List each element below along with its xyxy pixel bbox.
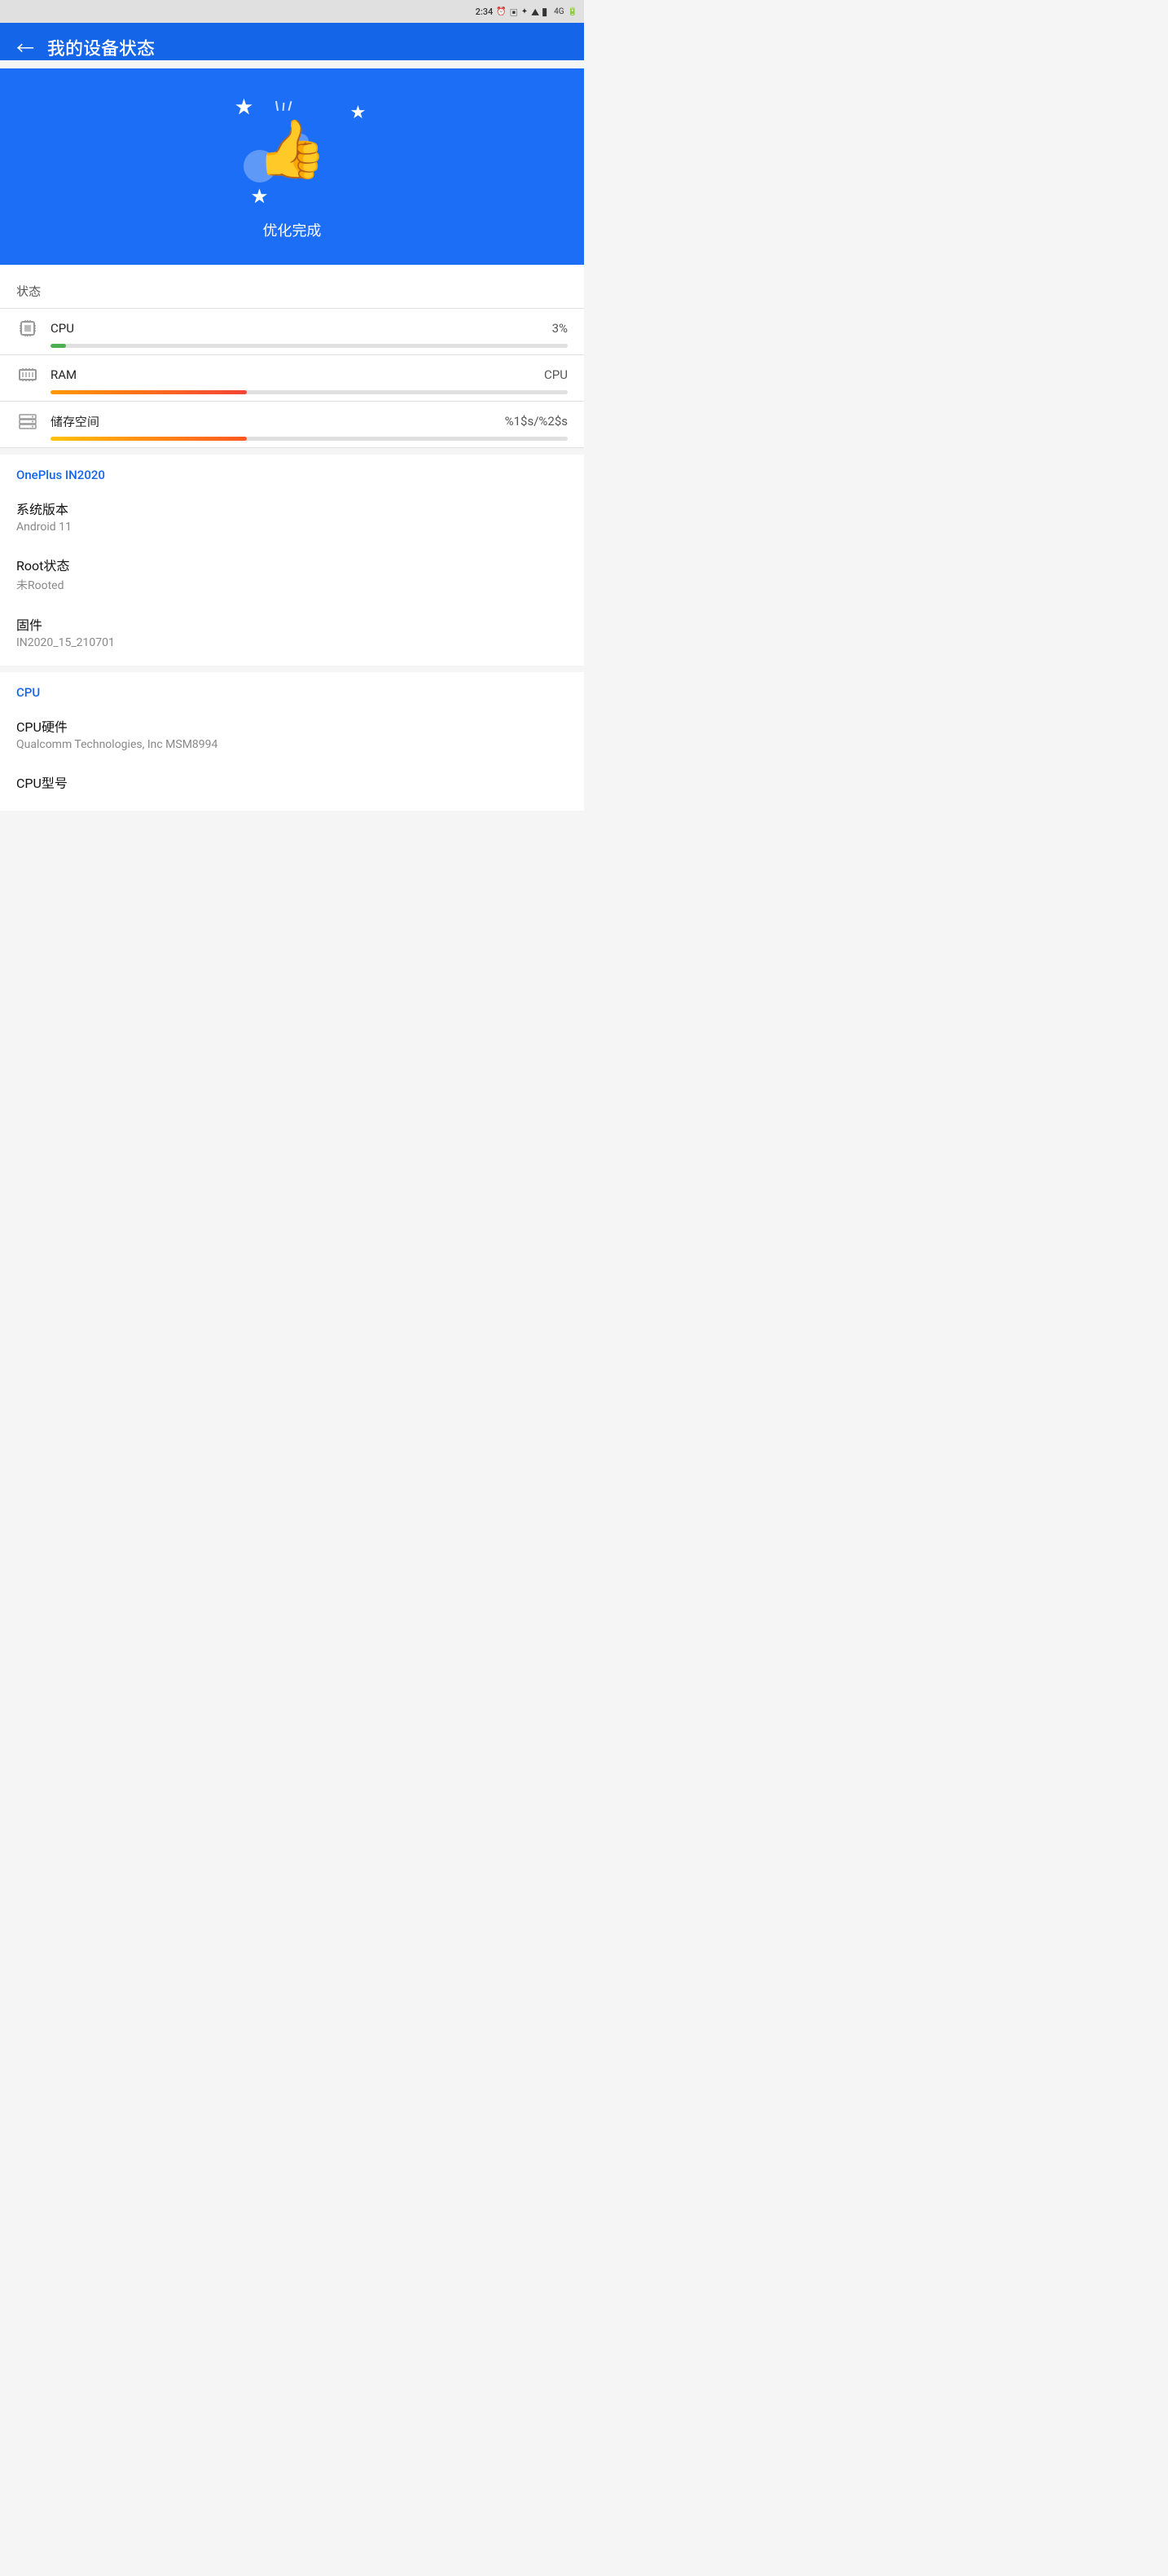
cpu-hardware-title: CPU硬件 <box>16 716 568 736</box>
page-title: 我的设备状态 <box>47 34 155 60</box>
4g-icon: 4G <box>554 7 564 16</box>
alarm-icon: ⏰ <box>496 7 506 16</box>
firmware-value: IN2020_15_210701 <box>16 636 568 649</box>
cpu-label: CPU <box>50 321 541 336</box>
storage-progress-fill <box>50 437 247 441</box>
divider-bottom <box>0 447 584 448</box>
cpu-status-item: CPU 3% <box>0 309 584 354</box>
thumbs-up-icon: 👍 <box>257 116 327 183</box>
status-time: 2:34 <box>476 7 494 17</box>
ram-progress-fill <box>50 390 247 394</box>
optimize-text: 优化完成 <box>263 219 322 240</box>
thumbs-container: ★ ★ ★ 👍 <box>211 85 374 215</box>
cpu-value: 3% <box>552 321 568 336</box>
ram-progress-bar <box>50 390 568 394</box>
star-bottom: ★ <box>252 183 268 207</box>
status-section-header: 状态 <box>0 268 584 308</box>
cpu-model-item: CPU型号 <box>0 763 584 811</box>
bluetooth-icon: ✦ <box>521 7 528 16</box>
status-bar: 2:34 ⏰ ▣ ✦ ▲ ▌ 4G 🔋 <box>0 0 584 23</box>
sim-icon: ▣ <box>510 6 518 18</box>
root-status-title: Root状态 <box>16 555 568 574</box>
star-topright: ★ <box>351 101 366 122</box>
ram-label: RAM <box>50 367 533 382</box>
back-button[interactable]: ← <box>16 34 34 60</box>
hero-section: ★ ★ ★ 👍 优化完成 <box>0 68 584 265</box>
battery-icon: 🔋 <box>568 7 577 16</box>
system-version-value: Android 11 <box>16 521 568 534</box>
system-version-item: 系统版本 Android 11 <box>0 489 584 545</box>
cpu-icon <box>16 317 39 340</box>
firmware-title: 固件 <box>16 614 568 634</box>
storage-label: 储存空间 <box>50 413 494 430</box>
storage-icon <box>16 410 39 433</box>
cpu-progress-fill <box>50 344 66 348</box>
wifi-icon: ▲ <box>531 6 539 18</box>
root-status-item: Root状态 未Rooted <box>0 545 584 604</box>
cpu-section-label: CPU <box>0 672 584 706</box>
storage-value: %1$s/%2$s <box>505 414 568 429</box>
system-version-title: 系统版本 <box>16 499 568 518</box>
cpu-model-title: CPU型号 <box>16 772 568 792</box>
storage-progress-bar <box>50 437 568 441</box>
ram-icon <box>16 363 39 386</box>
cpu-progress-bar <box>50 344 568 348</box>
device-section-label: OnePlus IN2020 <box>0 455 584 489</box>
cpu-hardware-item: CPU硬件 Qualcomm Technologies, Inc MSM8994 <box>0 706 584 763</box>
root-status-value: 未Rooted <box>16 577 568 593</box>
app-header: ← 我的设备状态 <box>0 23 584 60</box>
firmware-item: 固件 IN2020_15_210701 <box>0 604 584 666</box>
ram-status-item: RAM CPU <box>0 355 584 401</box>
ram-value: CPU <box>544 367 568 382</box>
storage-status-item: 储存空间 %1$s/%2$s <box>0 402 584 447</box>
cpu-hardware-value: Qualcomm Technologies, Inc MSM8994 <box>16 738 568 751</box>
signal-icon: ▌ <box>542 6 551 18</box>
star-topleft: ★ <box>235 93 253 119</box>
